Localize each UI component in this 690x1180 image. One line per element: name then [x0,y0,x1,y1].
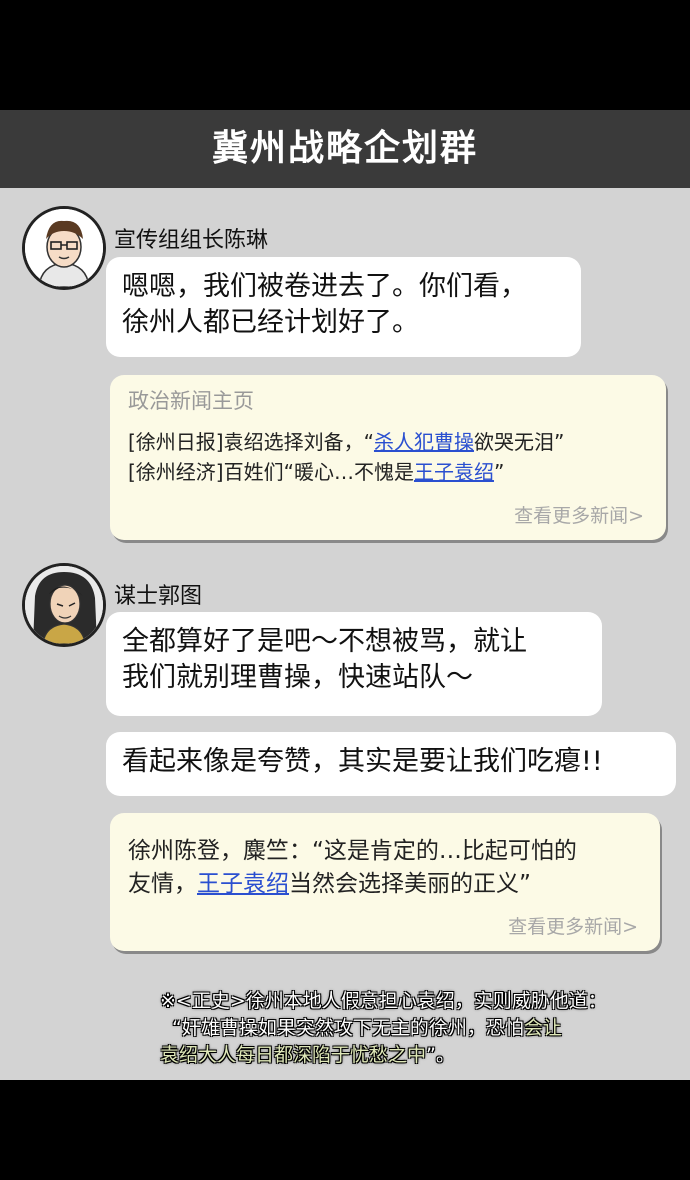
avatar-guotu[interactable] [22,563,106,647]
news-link[interactable]: 杀人犯曹操 [374,430,474,454]
sender-name-guotu: 谋士郭图 [114,584,203,609]
news-link[interactable]: 王子袁绍 [414,460,494,484]
message-bubble: 嗯嗯，我们被卷进去了。你们看， 徐州人都已经计划好了。 [106,257,581,357]
historical-footnote: ※<正史>徐州本地人假意担心袁绍，实则威胁他道： “奸雄曹操如果突然攻下无主的徐… [160,988,680,1069]
message-text: 看起来像是夸赞，其实是要让我们吃瘪!! [122,746,603,777]
chat-panel: 冀州战略企划群 宣传组组长陈琳 嗯嗯，我们被卷进去了。你们看， 徐州人都已经计划… [0,110,690,1080]
news-line: [徐州经济]百姓们“暖心…不愧是王子袁绍” [128,460,505,484]
chat-title: 冀州战略企划群 [0,110,690,188]
sender-name-chenlin: 宣传组组长陈琳 [114,228,269,253]
person-glasses-icon [25,209,103,287]
avatar-chenlin[interactable] [22,206,106,290]
more-news-link[interactable]: 查看更多新闻> [514,501,644,528]
news-card[interactable]: 政治新闻主页 [徐州日报]袁绍选择刘备，“杀人犯曹操欲哭无泪” [徐州经济]百姓… [110,375,666,540]
news-card[interactable]: 徐州陈登，麋竺：“这是肯定的…比起可怕的 友情，王子袁绍当然会选择美丽的正义” … [110,813,660,951]
news-card-header: 政治新闻主页 [128,389,254,413]
footnote-line: “奸雄曹操如果突然攻下无主的徐州，恐怕会让 [172,1017,562,1039]
news-line: 徐州陈登，麋竺：“这是肯定的…比起可怕的 [128,838,577,864]
person-longhair-icon [25,566,103,644]
message-text: 嗯嗯，我们被卷进去了。你们看， 徐州人都已经计划好了。 [122,271,527,338]
message-text: 全都算好了是吧～不想被骂，就让 我们就别理曹操，快速站队～ [122,626,527,693]
message-bubble: 全都算好了是吧～不想被骂，就让 我们就别理曹操，快速站队～ [106,612,602,716]
footnote-line: 袁绍大人每日都深陷于忧愁之中”。 [160,1044,455,1066]
news-link[interactable]: 王子袁绍 [197,871,289,897]
more-news-link[interactable]: 查看更多新闻> [508,912,638,939]
footnote-line: ※<正史>徐州本地人假意担心袁绍，实则威胁他道： [160,990,607,1012]
news-line: [徐州日报]袁绍选择刘备，“杀人犯曹操欲哭无泪” [128,430,565,454]
message-bubble: 看起来像是夸赞，其实是要让我们吃瘪!! [106,732,676,796]
news-line: 友情，王子袁绍当然会选择美丽的正义” [128,871,531,897]
